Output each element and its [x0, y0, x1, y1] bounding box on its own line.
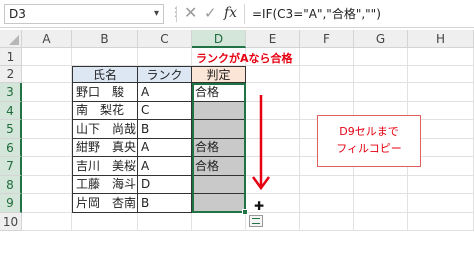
name-cell[interactable]: 紺野 真央	[72, 139, 138, 157]
rank-cell[interactable]: D	[138, 176, 192, 194]
column-header-b[interactable]: B	[72, 30, 138, 48]
grid-cell[interactable]	[300, 213, 354, 231]
row-header-7[interactable]: 7	[0, 157, 22, 176]
grid-cell[interactable]	[408, 213, 474, 231]
select-all-button[interactable]	[0, 30, 22, 48]
grid-cell[interactable]	[354, 83, 408, 102]
divider	[244, 4, 245, 24]
name-cell[interactable]: 山下 尚哉	[72, 120, 138, 139]
rank-cell[interactable]: B	[138, 120, 192, 139]
grid-cell[interactable]	[300, 176, 354, 194]
header-cell-rank[interactable]: ランク	[138, 66, 192, 83]
callout-box: D9セルまで フィルコピー	[317, 115, 421, 167]
rank-cell[interactable]: A	[138, 139, 192, 157]
row-header-2[interactable]: 2	[0, 66, 22, 83]
column-header-h[interactable]: H	[408, 30, 474, 48]
column-header-a[interactable]: A	[22, 30, 72, 48]
cursor-plus-icon: ✚	[254, 199, 265, 213]
result-cell[interactable]	[192, 120, 246, 139]
grid-cell[interactable]	[354, 213, 408, 231]
result-cell[interactable]: 合格	[192, 83, 246, 102]
grid-cell[interactable]	[22, 213, 72, 231]
name-cell[interactable]: 片岡 杏南	[72, 194, 138, 213]
grid-cell[interactable]	[138, 213, 192, 231]
name-box[interactable]: D3 ▾	[4, 4, 164, 24]
grid-cell[interactable]	[354, 176, 408, 194]
grid-cell[interactable]	[22, 66, 72, 83]
column-header-e[interactable]: E	[246, 30, 300, 48]
formula-bar: D3 ▾ ⋮ ✕ ✓ fx =IF(C3="A","合格","")	[0, 0, 474, 28]
callout-line-1: D9セルまで	[339, 125, 399, 138]
header-cell-name[interactable]: 氏名	[72, 66, 138, 83]
chevron-down-icon[interactable]: ▾	[154, 5, 159, 23]
down-arrow-icon	[251, 95, 271, 191]
row-header-8[interactable]: 8	[0, 176, 22, 194]
grid-cell[interactable]	[246, 66, 300, 83]
callout-line-2: フィルコピー	[336, 142, 402, 155]
row-header-4[interactable]: 4	[0, 102, 22, 120]
grid-cell[interactable]	[354, 48, 408, 66]
grid-cell[interactable]	[408, 66, 474, 83]
row-header-6[interactable]: 6	[0, 139, 22, 157]
result-cell[interactable]	[192, 176, 246, 194]
column-header-f[interactable]: F	[300, 30, 354, 48]
column-header-c[interactable]: C	[138, 30, 192, 48]
grid-cell[interactable]	[192, 213, 246, 231]
grid-cell[interactable]	[22, 48, 72, 66]
grid-cell[interactable]	[300, 48, 354, 66]
header-cell-result[interactable]: 判定	[192, 66, 246, 83]
row-header-3[interactable]: 3	[0, 83, 22, 102]
grid-cell[interactable]	[408, 176, 474, 194]
cancel-icon[interactable]: ✕	[184, 4, 197, 22]
grid-cell[interactable]	[300, 66, 354, 83]
name-cell[interactable]: 野口 駿	[72, 83, 138, 102]
result-cell[interactable]: 合格	[192, 139, 246, 157]
grid-cell[interactable]	[354, 66, 408, 83]
annotation-label: ランクがAなら合格	[196, 52, 293, 65]
select-all-icon	[9, 35, 19, 45]
result-cell[interactable]: 合格	[192, 157, 246, 176]
grid-cell[interactable]	[22, 194, 72, 213]
name-cell[interactable]: 吉川 美桜	[72, 157, 138, 176]
result-cell[interactable]	[192, 194, 246, 213]
grid-cell[interactable]	[22, 120, 72, 139]
rank-cell[interactable]: A	[138, 83, 192, 102]
autofill-options-icon[interactable]	[249, 215, 263, 227]
result-cell[interactable]	[192, 102, 246, 120]
name-cell[interactable]: 工藤 海斗	[72, 176, 138, 194]
rank-cell[interactable]: B	[138, 194, 192, 213]
enter-icon[interactable]: ✓	[204, 3, 217, 23]
grid-cell[interactable]	[354, 194, 408, 213]
fill-handle[interactable]	[242, 209, 248, 215]
grid-cell[interactable]	[408, 194, 474, 213]
grid-cell[interactable]	[22, 83, 72, 102]
insert-function-icon[interactable]: fx	[224, 3, 237, 23]
column-header-g[interactable]: G	[354, 30, 408, 48]
grid-cell[interactable]	[22, 139, 72, 157]
grid-cell[interactable]	[408, 48, 474, 66]
row-header-9[interactable]: 9	[0, 194, 22, 213]
column-header-d[interactable]: D	[192, 30, 246, 48]
rank-cell[interactable]: A	[138, 157, 192, 176]
grid-cell[interactable]	[22, 176, 72, 194]
name-box-value: D3	[9, 7, 26, 21]
grid-cell[interactable]	[22, 102, 72, 120]
grid-cell[interactable]	[138, 48, 192, 66]
divider	[176, 6, 177, 22]
autofill-lines	[252, 218, 260, 224]
grid-cell[interactable]	[300, 194, 354, 213]
grid-cell[interactable]	[408, 83, 474, 102]
grid-cell[interactable]	[72, 213, 138, 231]
rank-cell[interactable]: C	[138, 102, 192, 120]
row-header-5[interactable]: 5	[0, 120, 22, 139]
grid-cell[interactable]	[300, 83, 354, 102]
name-cell[interactable]: 南 梨花	[72, 102, 138, 120]
grid-cell[interactable]	[22, 157, 72, 176]
grid-cell[interactable]	[72, 48, 138, 66]
row-header-10[interactable]: 10	[0, 213, 22, 231]
row-header-1[interactable]: 1	[0, 48, 22, 66]
formula-input[interactable]: =IF(C3="A","合格","")	[252, 4, 381, 24]
